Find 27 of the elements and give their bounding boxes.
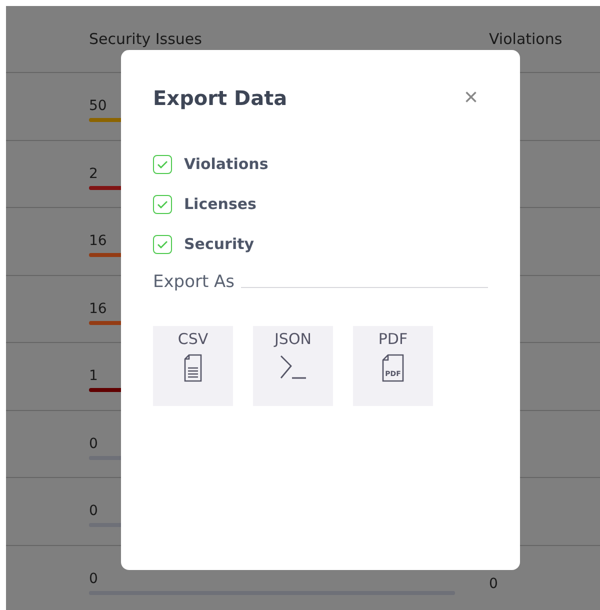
option-label: Violations bbox=[184, 155, 268, 173]
dialog-title: Export Data bbox=[153, 86, 288, 110]
format-button[interactable]: JSON bbox=[253, 326, 333, 406]
column-header: Violations bbox=[489, 30, 562, 48]
table-cell: 0 bbox=[489, 576, 498, 592]
column-header: Security Issues bbox=[89, 30, 203, 48]
terminal-icon bbox=[279, 354, 307, 380]
checkbox[interactable] bbox=[153, 194, 172, 214]
table-cell: 0 bbox=[89, 570, 98, 586]
table-cell: 0 bbox=[89, 503, 98, 519]
table-cell: 16 bbox=[89, 300, 107, 316]
document-icon bbox=[183, 354, 203, 382]
option-label: Security bbox=[184, 235, 254, 253]
table-cell: 0 bbox=[89, 436, 98, 452]
section-label: Export As bbox=[153, 272, 235, 292]
table-cell: 16 bbox=[89, 233, 107, 249]
checkbox[interactable] bbox=[153, 234, 172, 254]
table-cell: 2 bbox=[89, 166, 98, 182]
table-cell: 1 bbox=[89, 368, 98, 384]
checkmark-icon bbox=[157, 200, 168, 208]
checkmark-icon bbox=[157, 240, 168, 248]
option-label: Licenses bbox=[184, 195, 256, 213]
close-button[interactable]: × bbox=[464, 86, 488, 110]
table-cell: 50 bbox=[89, 98, 107, 114]
checkbox[interactable] bbox=[153, 154, 172, 174]
format-button[interactable]: CSV bbox=[153, 326, 233, 406]
checkmark-icon bbox=[157, 160, 168, 168]
